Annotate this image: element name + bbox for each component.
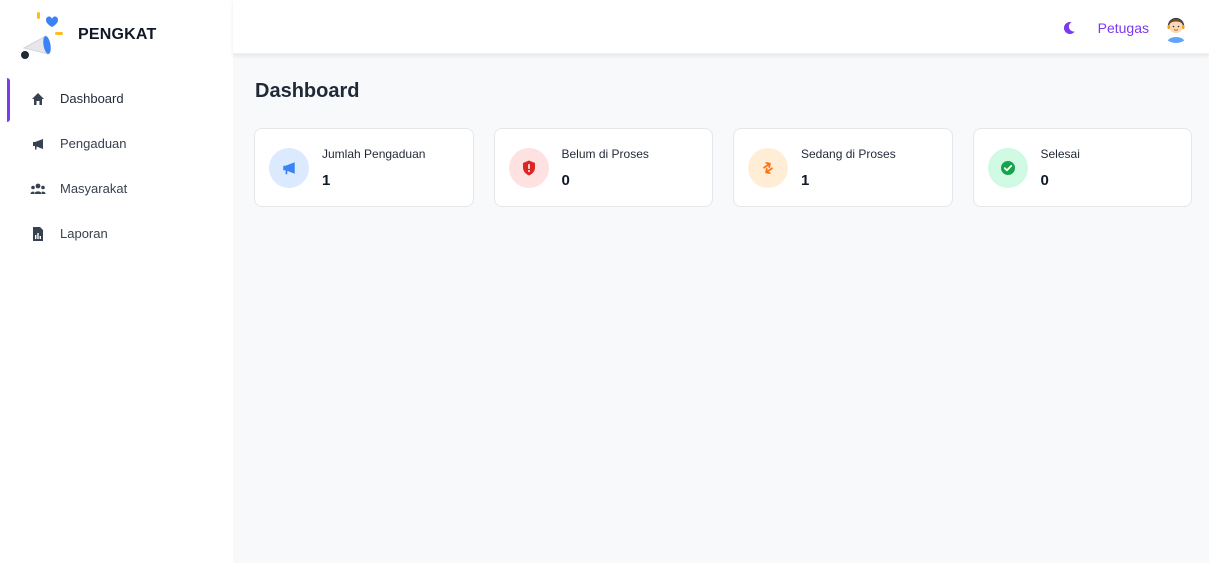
page-title: Dashboard [255,80,360,102]
shield-alert-icon [508,148,549,188]
users-icon [30,181,46,197]
sidebar-item-pengaduan[interactable]: Pengaduan [0,121,233,166]
exchange-arrows-icon [748,148,788,188]
stat-card-title: Selesai [1040,147,1080,161]
app-root: PENGKAT Dashboard Pengaduan Masyarakat L… [0,0,1209,563]
main-content: Dashboard Jumlah Pengaduan 1 Belum di Pr… [233,54,1209,563]
sidebar-item-label: Pengaduan [60,136,127,151]
sidebar-nav: Dashboard Pengaduan Masyarakat Laporan [0,76,233,256]
sidebar-item-masyarakat[interactable]: Masyarakat [0,166,233,211]
user-avatar-icon[interactable] [1161,13,1191,43]
stat-card-jumlah-pengaduan[interactable]: Jumlah Pengaduan 1 [254,128,474,207]
megaphone-icon [269,148,309,188]
sidebar-item-label: Laporan [60,226,108,241]
stat-card-belum-di-proses[interactable]: Belum di Proses 0 [493,128,713,207]
header-actions: Petugas [1060,12,1191,44]
sidebar-item-dashboard[interactable]: Dashboard [0,76,233,122]
stat-card-title: Jumlah Pengaduan [322,147,426,161]
stat-card-title: Sedang di Proses [801,147,896,161]
stats-cards: Jumlah Pengaduan 1 Belum di Proses 0 Sed… [254,128,1192,207]
brand[interactable]: PENGKAT [18,10,156,60]
stat-card-value: 1 [322,172,331,189]
stat-card-value: 0 [561,172,570,189]
megaphone-icon [30,136,46,152]
brand-name: PENGKAT [78,26,157,43]
check-circle-icon [987,148,1028,188]
brand-logo-icon [21,12,63,59]
stat-card-value: 0 [1040,172,1049,189]
sidebar-item-laporan[interactable]: Laporan [0,211,233,256]
user-name[interactable]: Petugas [1098,20,1149,36]
home-icon [30,91,46,107]
sidebar-item-label: Masyarakat [60,181,128,196]
sidebar-item-label: Dashboard [60,91,124,106]
moon-icon[interactable] [1060,19,1078,37]
stat-card-title: Belum di Proses [561,147,649,161]
stat-card-value: 1 [801,172,810,189]
stat-card-selesai[interactable]: Selesai 0 [972,128,1192,207]
stat-card-sedang-di-proses[interactable]: Sedang di Proses 1 [733,128,953,207]
sidebar: PENGKAT Dashboard Pengaduan Masyarakat L… [0,0,233,563]
top-header: Petugas [233,0,1209,54]
report-file-icon [30,226,46,242]
